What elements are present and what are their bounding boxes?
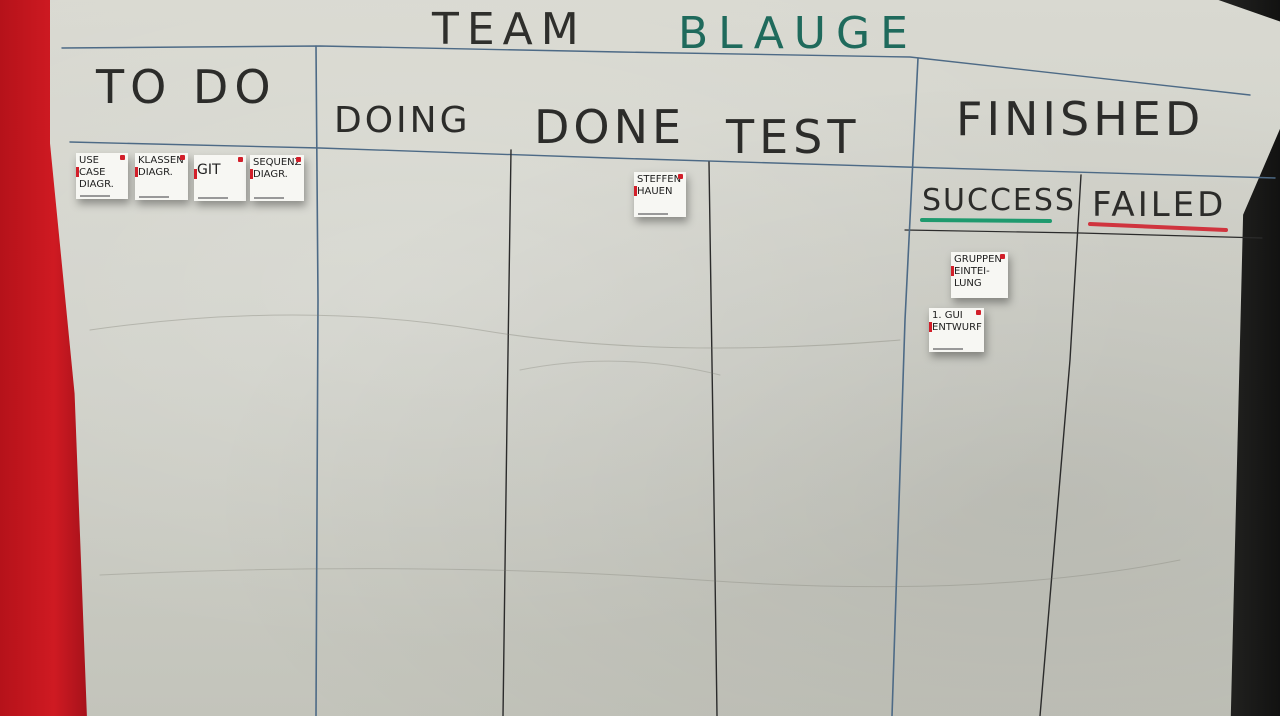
kanban-board-photo: TEAM BLAUGE TO DO DOING DONE TEST FINISH… xyxy=(0,0,1280,716)
column-header-done: DONE xyxy=(534,100,686,154)
note-footer xyxy=(139,196,169,198)
note-line: USE CASE xyxy=(79,155,106,178)
sticky-note-gruppen[interactable]: GRUPPEN EINTEI- LUNG xyxy=(951,252,1008,298)
column-header-todo: TO DO xyxy=(96,60,277,114)
pin-mark xyxy=(678,174,683,179)
sticky-note-klassen[interactable]: KLASSEN DIAGR. xyxy=(135,153,188,200)
column-header-success: SUCCESS xyxy=(922,183,1076,218)
column-header-doing: DOING xyxy=(334,100,471,141)
pin-mark xyxy=(180,155,185,160)
note-line: LUNG xyxy=(954,278,982,289)
sticky-note-gui-entwurf[interactable]: 1. GUI ENTWURF xyxy=(929,308,984,352)
note-line: 1. GUI xyxy=(932,310,963,321)
note-line: EINTEI- xyxy=(954,266,990,277)
board-title-team: TEAM xyxy=(432,4,587,55)
pin-mark xyxy=(238,157,243,162)
note-line: ENTWURF xyxy=(932,322,982,333)
note-line: SEQUENZ xyxy=(253,157,302,168)
note-line: GIT xyxy=(197,162,221,178)
sticky-note-git[interactable]: GIT xyxy=(194,155,246,201)
note-line: STEFFEN xyxy=(637,174,682,185)
note-line: DIAGR. xyxy=(138,167,173,178)
note-footer xyxy=(80,195,110,197)
column-header-failed: FAILED xyxy=(1092,185,1227,225)
column-header-test: TEST xyxy=(726,110,861,164)
note-footer xyxy=(933,348,963,350)
note-line: DIAGR. xyxy=(253,169,288,180)
note-line: HAUEN xyxy=(637,186,673,197)
board-title-name: BLAUGE xyxy=(678,8,918,59)
sticky-note-sequenz[interactable]: SEQUENZ DIAGR. xyxy=(250,155,304,201)
pin-mark xyxy=(976,310,981,315)
pin-mark xyxy=(1000,254,1005,259)
sticky-note-use-case[interactable]: USE CASE DIAGR. xyxy=(76,153,128,199)
sticky-note-steffen[interactable]: STEFFEN HAUEN xyxy=(634,172,686,217)
pin-mark xyxy=(120,155,125,160)
note-footer xyxy=(638,213,668,215)
note-line: KLASSEN xyxy=(138,155,184,166)
note-line: DIAGR. xyxy=(79,179,114,190)
pin-mark xyxy=(296,157,301,162)
column-header-finished: FINISHED xyxy=(956,92,1205,146)
note-line: GRUPPEN xyxy=(954,254,1002,265)
note-footer xyxy=(198,197,228,199)
note-footer xyxy=(254,197,284,199)
